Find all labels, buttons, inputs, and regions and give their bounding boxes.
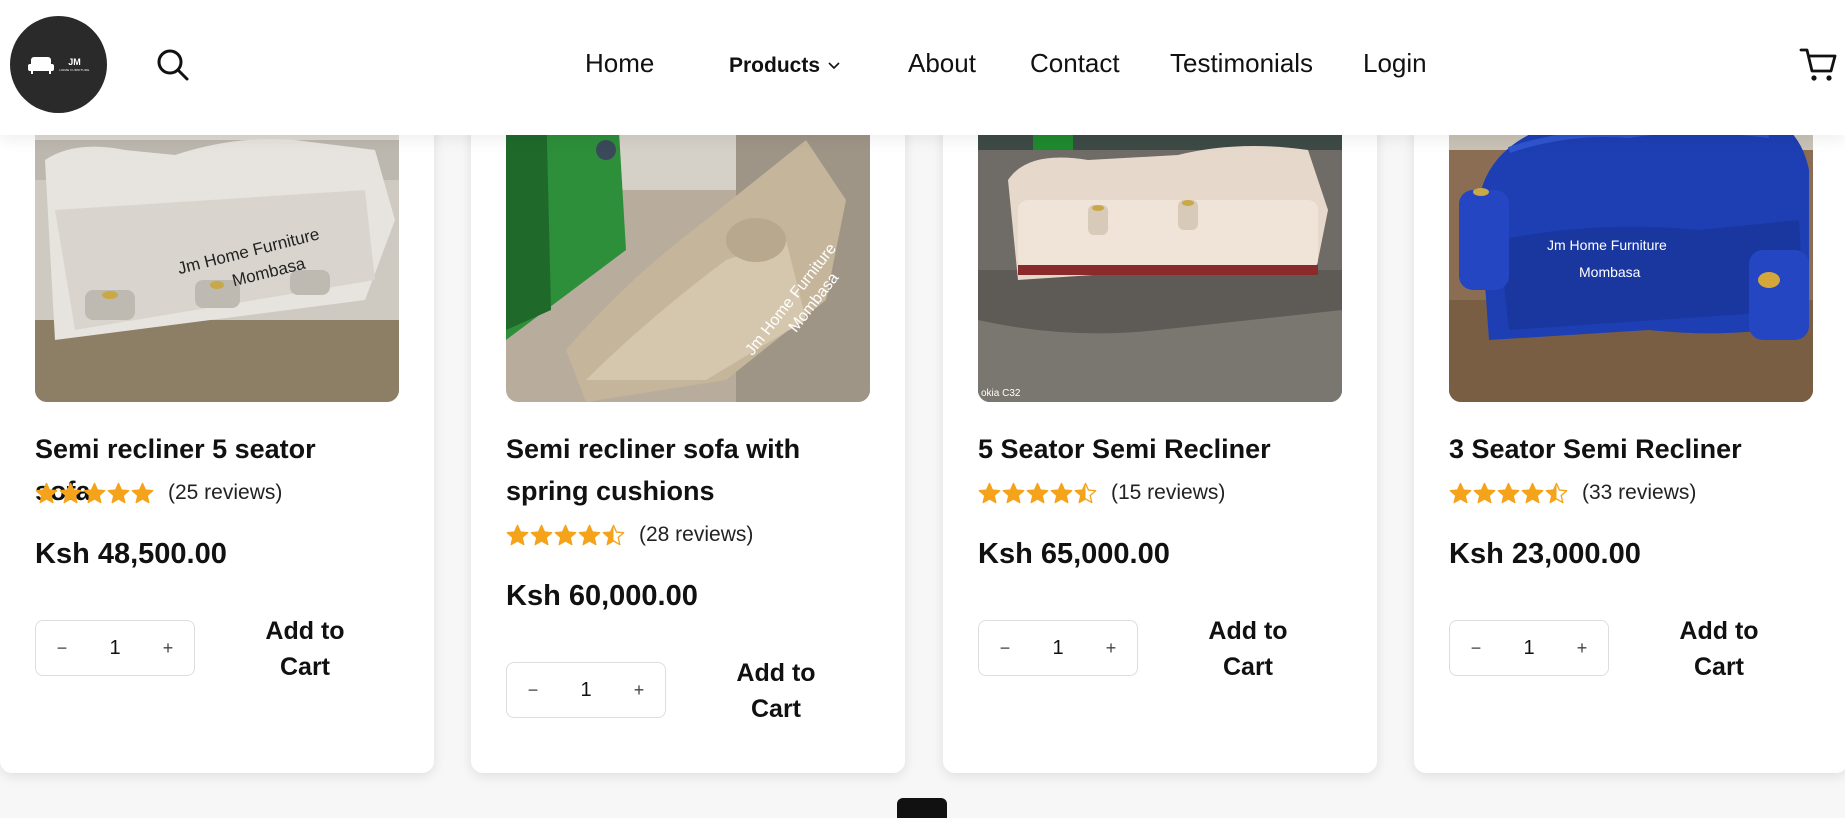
add-to-cart-button[interactable]: Add to Cart [716,655,836,727]
product-title[interactable]: 3 Seator Semi Recliner [1449,428,1779,470]
star-icon [107,482,130,503]
increment-button[interactable]: + [1101,638,1121,659]
quantity-input[interactable] [95,636,135,660]
star-icon [506,524,529,545]
product-card: okia C32 5 Seator Semi Recliner (15 revi… [943,80,1377,773]
star-icon [578,524,601,545]
product-rating: (28 reviews) [506,523,753,547]
product-title[interactable]: 5 Seator Semi Recliner [978,428,1308,470]
product-rating: (33 reviews) [1449,481,1696,505]
cart-icon[interactable] [1799,45,1837,83]
increment-button[interactable]: + [1572,638,1592,659]
star-rating [506,524,625,547]
quantity-stepper: − + [1449,620,1609,676]
nav-products-label: Products [729,54,821,77]
star-icon [554,524,577,545]
review-count[interactable]: (25 reviews) [168,481,282,505]
star-icon [35,482,58,503]
logo-text: JM HOME FURNITURE [59,56,90,72]
star-rating [978,482,1097,505]
svg-text:Jm Home Furniture: Jm Home Furniture [1547,237,1667,253]
star-icon [1050,482,1073,503]
nav-login[interactable]: Login [1363,48,1427,79]
quantity-input[interactable] [1038,636,1078,660]
star-icon [1074,482,1097,503]
sofa-logo-icon [27,56,54,74]
star-rating [1449,482,1568,505]
star-rating [35,482,154,505]
decrement-button[interactable]: − [523,680,543,701]
product-rating: (15 reviews) [978,481,1225,505]
star-icon [1545,482,1568,503]
decrement-button[interactable]: − [52,638,72,659]
quantity-stepper: − + [978,620,1138,676]
star-icon [1026,482,1049,503]
add-to-cart-button[interactable]: Add to Cart [1659,613,1779,685]
add-to-cart-button[interactable]: Add to Cart [1188,613,1308,685]
quantity-stepper: − + [35,620,195,676]
site-logo[interactable]: JM HOME FURNITURE [10,16,107,113]
product-rating: (25 reviews) [35,481,282,505]
product-price: Ksh 48,500.00 [35,538,227,570]
star-icon [530,524,553,545]
search-icon[interactable] [155,47,191,83]
star-icon [83,482,106,503]
star-icon [1521,482,1544,503]
star-icon [1497,482,1520,503]
nav-about[interactable]: About [908,48,976,79]
increment-button[interactable]: + [158,638,178,659]
star-icon [1002,482,1025,503]
product-price: Ksh 60,000.00 [506,580,698,612]
review-count[interactable]: (28 reviews) [639,523,753,547]
nav-products-dropdown[interactable]: Products [729,54,840,78]
svg-text:okia C32: okia C32 [981,388,1021,399]
nav-contact[interactable]: Contact [1030,48,1120,79]
decrement-button[interactable]: − [1466,638,1486,659]
review-count[interactable]: (33 reviews) [1582,481,1696,505]
star-icon [1449,482,1472,503]
nav-home[interactable]: Home [585,48,654,79]
chevron-down-icon [828,62,840,70]
product-card: Jm Home Furniture Mombasa Semi recliner … [0,80,434,773]
site-header: JM HOME FURNITURE Home Products About Co… [0,0,1845,135]
quantity-input[interactable] [566,678,606,702]
product-card: Jm Home Furniture Mombasa 3 Seator Semi … [1414,80,1845,773]
review-count[interactable]: (15 reviews) [1111,481,1225,505]
product-card: Jm Home Furniture Mombasa Semi recliner … [471,80,905,773]
increment-button[interactable]: + [629,680,649,701]
star-icon [978,482,1001,503]
product-price: Ksh 65,000.00 [978,538,1170,570]
star-icon [602,524,625,545]
nav-testimonials[interactable]: Testimonials [1170,48,1313,79]
star-icon [59,482,82,503]
scroll-to-top-button[interactable] [897,798,947,818]
product-price: Ksh 23,000.00 [1449,538,1641,570]
quantity-input[interactable] [1509,636,1549,660]
star-icon [131,482,154,503]
star-icon [1473,482,1496,503]
product-title[interactable]: Semi recliner sofa with spring cushions [506,428,836,512]
decrement-button[interactable]: − [995,638,1015,659]
svg-text:Mombasa: Mombasa [1579,264,1641,280]
quantity-stepper: − + [506,662,666,718]
add-to-cart-button[interactable]: Add to Cart [245,613,365,685]
